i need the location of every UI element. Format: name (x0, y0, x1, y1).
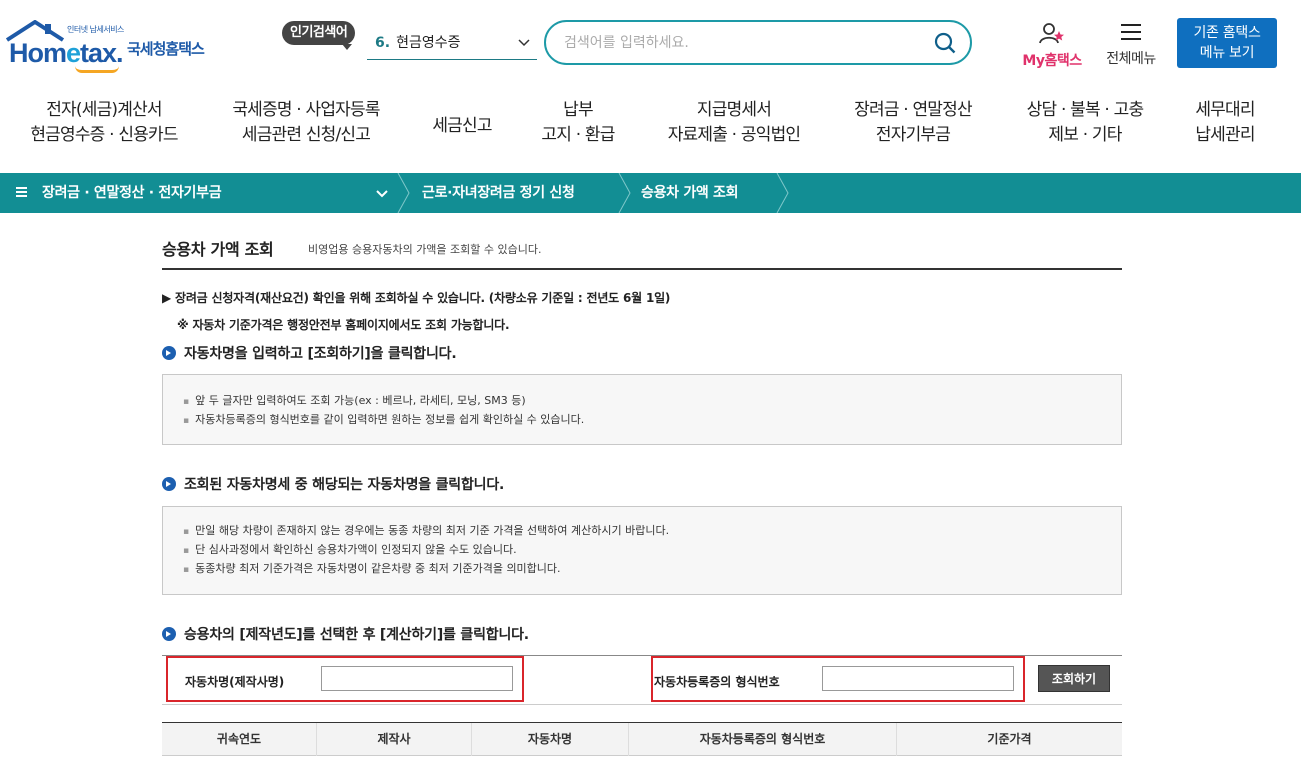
column-header-year: 귀속연도 (162, 723, 317, 756)
arrow-circle-icon (162, 477, 176, 491)
list-item: 앞 두 글자만 입력하여도 조회 가능(ex : 베르나, 라세티, 모닝, S… (183, 392, 1101, 411)
step1-text: 자동차명을 입력하고 [조회하기]을 클릭합니다. (184, 346, 457, 362)
notice-ministry: ※ 자동차 기준가격은 행정안전부 홈페이지에서도 조회 가능합니다. (177, 318, 510, 332)
user-star-icon (1039, 23, 1064, 44)
search-form: 자동차명(제작사명) 자동차등록증의 형식번호 조회하기 (162, 655, 1122, 705)
search-button[interactable]: 조회하기 (1038, 665, 1110, 692)
arrow-circle-icon (162, 627, 176, 641)
all-menu-label: 전체메뉴 (1106, 51, 1156, 67)
old-hometax-menu-button[interactable]: 기존 홈택스 메뉴 보기 (1177, 18, 1277, 68)
list-item: 자동차등록증의 형식번호를 같이 입력하면 원하는 정보를 쉽게 확인하실 수 … (183, 411, 1101, 430)
old-hometax-line1: 기존 홈택스 (1193, 25, 1261, 41)
gnb-label: 자료제출 · 공익법인 (667, 125, 801, 145)
column-header-maker: 제작사 (317, 723, 472, 756)
step2-info-box: 만일 해당 차량이 존재하지 않는 경우에는 동종 차량의 최저 기준 가격을 … (162, 506, 1122, 595)
column-header-type-number: 자동차등록증의 형식번호 (629, 723, 897, 756)
title-divider (162, 268, 1122, 270)
logo-swoosh (75, 66, 119, 73)
chevron-down-icon (518, 39, 530, 47)
breadcrumb: 장려금 · 연말정산 · 전자기부금 근로·자녀장려금 정기 신청 승용차 가액… (0, 173, 1301, 213)
menu-lines-icon[interactable] (16, 185, 28, 199)
step2-text: 조회된 자동차명세 중 해당되는 자동차명을 클릭합니다. (184, 477, 505, 493)
search-box (544, 20, 972, 65)
gnb-item-tax-report[interactable]: 세금신고 (425, 114, 499, 139)
gnb-label: 국세증명 · 사업자등록 (232, 100, 380, 120)
gnb-label: 납부 (563, 100, 593, 120)
logo-wordmark: Hometax. (9, 38, 124, 68)
header: 인터넷 납세서비스 Hometax. 국세청홈택스 인기검색어 6. 현금영수증 … (0, 0, 1301, 90)
gnb-label: 전자기부금 (875, 125, 951, 145)
gnb-label: 현금영수증 · 신용카드 (30, 125, 178, 145)
step1-heading: 자동차명을 입력하고 [조회하기]을 클릭합니다. (162, 343, 457, 363)
logo-korean: 국세청홈택스 (127, 40, 205, 58)
car-name-input[interactable] (321, 666, 513, 691)
gnb-item-payment-statement[interactable]: 지급명세서 자료제출 · 공익법인 (660, 98, 808, 148)
step2-heading: 조회된 자동차명세 중 해당되는 자동차명을 클릭합니다. (162, 474, 504, 494)
search-icon[interactable] (934, 32, 956, 54)
list-item: 단 심사과정에서 확인하신 승용차가액이 인정되지 않을 수도 있습니다. (183, 541, 1101, 560)
my-hometax-button[interactable]: My홈택스 (1015, 22, 1089, 70)
list-item: 동종차량 최저 기준가격은 자동차명이 같은차량 중 최저 기준가격을 의미합니… (183, 560, 1101, 579)
column-header-base-price: 기준가격 (987, 732, 1032, 746)
gnb-item-payment[interactable]: 납부 고지 · 환급 (534, 98, 622, 148)
column-header-car-name: 자동차명 (472, 723, 629, 756)
breadcrumb-level3[interactable]: 승용차 가액 조회 (641, 173, 739, 213)
popular-keyword: 현금영수증 (396, 35, 461, 51)
gnb-item-incentive[interactable]: 장려금 · 연말정산 전자기부금 (846, 98, 980, 148)
gnb-item-einvoice[interactable]: 전자(세금)계산서 현금영수증 · 신용카드 (25, 98, 183, 148)
page-description: 비영업용 승용자동차의 가액을 조회할 수 있습니다. (308, 243, 542, 256)
step3-heading: 승용차의 [제작년도]를 선택한 후 [계산하기]를 클릭합니다. (162, 624, 529, 644)
all-menu-button[interactable]: 전체메뉴 (1098, 22, 1164, 68)
gnb-label: 전자(세금)계산서 (46, 100, 162, 120)
gnb-item-consulting[interactable]: 상담 · 불복 · 고충 제보 · 기타 (1017, 98, 1153, 148)
main-nav: 전자(세금)계산서 현금영수증 · 신용카드 국세증명 · 사업자등록 세금관련… (0, 98, 1301, 166)
logo-subtitle: 인터넷 납세서비스 (67, 25, 124, 34)
notice-eligibility: ▶ 장려금 신청자격(재산요건) 확인을 위해 조회하실 수 있습니다. (차량… (162, 291, 671, 305)
popular-search-badge: 인기검색어 (282, 21, 356, 50)
gnb-item-tax-agent[interactable]: 세무대리 납세관리 (1188, 98, 1262, 148)
page-title: 승용차 가액 조회 (162, 240, 274, 259)
step3-text: 승용차의 [제작년도]를 선택한 후 [계산하기]를 클릭합니다. (184, 627, 529, 643)
gnb-label: 지급명세서 (696, 100, 772, 120)
breadcrumb-separator-icon (618, 173, 631, 213)
chevron-down-icon[interactable] (375, 186, 389, 200)
breadcrumb-separator-icon (776, 173, 789, 213)
arrow-circle-icon (162, 346, 176, 360)
gnb-label: 세금관련 신청/신고 (241, 125, 371, 145)
popular-rank: 6. (375, 35, 391, 51)
list-item: 만일 해당 차량이 존재하지 않는 경우에는 동종 차량의 최저 기준 가격을 … (183, 522, 1101, 541)
type-number-label: 자동차등록증의 형식번호 (654, 675, 780, 689)
gnb-label: 세무대리 (1195, 100, 1255, 120)
breadcrumb-separator-icon (397, 173, 410, 213)
gnb-label: 납세관리 (1195, 125, 1255, 145)
hometax-logo[interactable]: 인터넷 납세서비스 Hometax. 국세청홈택스 (5, 18, 220, 74)
search-input[interactable] (564, 31, 924, 55)
hamburger-icon (1121, 24, 1141, 40)
gnb-label: 고지 · 환급 (541, 125, 615, 145)
result-table-header: 귀속연도 제작사 자동차명 자동차등록증의 형식번호 기준가격 (162, 722, 1122, 756)
gnb-label: 제보 · 기타 (1048, 125, 1122, 145)
gnb-label: 장려금 · 연말정산 (854, 100, 973, 120)
gnb-label: 상담 · 불복 · 고충 (1026, 100, 1144, 120)
step1-info-box: 앞 두 글자만 입력하여도 조회 가능(ex : 베르나, 라세티, 모닝, S… (162, 374, 1122, 445)
popular-search-select[interactable]: 6. 현금영수증 (367, 27, 537, 60)
breadcrumb-level1[interactable]: 장려금 · 연말정산 · 전자기부금 (42, 173, 222, 213)
old-hometax-line2: 메뉴 보기 (1199, 45, 1255, 61)
my-hometax-label: My홈택스 (1022, 53, 1082, 69)
gnb-label: 세금신고 (432, 116, 492, 136)
breadcrumb-level2[interactable]: 근로·자녀장려금 정기 신청 (422, 173, 575, 213)
type-number-input[interactable] (822, 666, 1014, 691)
car-name-label: 자동차명(제작사명) (185, 675, 285, 689)
gnb-item-certificate[interactable]: 국세증명 · 사업자등록 세금관련 신청/신고 (226, 98, 386, 148)
